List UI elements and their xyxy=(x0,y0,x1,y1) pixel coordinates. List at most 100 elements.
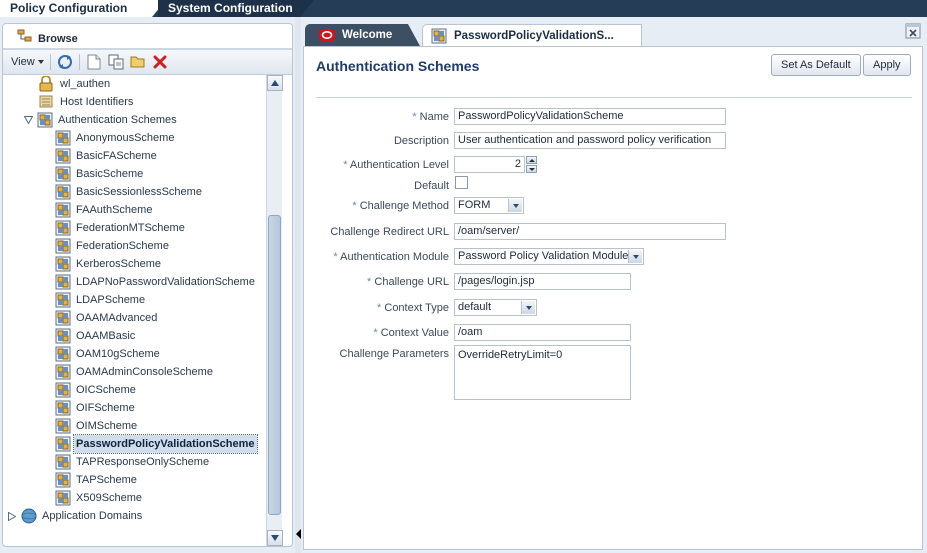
name-field[interactable]: PasswordPolicyValidationScheme xyxy=(454,108,726,125)
context-value-field[interactable]: /oam xyxy=(454,324,631,341)
tree-node-kerberosscheme[interactable]: KerberosScheme xyxy=(55,255,163,273)
tree-node-passwordpolicyvalidationscheme[interactable]: PasswordPolicyValidationScheme xyxy=(55,434,258,454)
auth-module-label: * Authentication Module xyxy=(333,251,449,263)
refresh-icon[interactable] xyxy=(57,54,73,70)
context-type-value: default xyxy=(458,301,492,313)
tab-policy-configuration[interactable]: Policy Configuration xyxy=(0,0,166,17)
scheme-icon xyxy=(55,256,71,272)
tree-node-label: OIMScheme xyxy=(76,420,138,432)
tab-welcome[interactable]: Welcome xyxy=(305,24,420,46)
policy-tree: wl_authen Host Identifiers Authentication … xyxy=(3,75,278,546)
scheme-folder-icon xyxy=(37,112,53,128)
challenge-redirect-url-field[interactable]: /oam/server/ xyxy=(454,223,726,240)
scheme-icon xyxy=(55,310,71,326)
tree-node-label: wl_authen xyxy=(60,78,111,90)
tree-node-tapscheme[interactable]: TAPScheme xyxy=(55,471,139,489)
tree-node-authentication-schemes[interactable]: Authentication Schemes xyxy=(23,111,179,129)
tree-node-oam10gscheme[interactable]: OAM10gScheme xyxy=(55,345,162,363)
tree-node-x509scheme[interactable]: X509Scheme xyxy=(55,489,144,507)
collapse-arrow-icon[interactable] xyxy=(296,529,301,539)
title-divider xyxy=(316,97,912,98)
view-menu-label: View xyxy=(11,56,35,68)
tree-node-wl-authen[interactable]: wl_authen xyxy=(39,75,112,93)
tree-node-basicsessionlessscheme[interactable]: BasicSessionlessScheme xyxy=(55,183,204,201)
tree-node-oicscheme[interactable]: OICScheme xyxy=(55,381,138,399)
tree-node-label: PasswordPolicyValidationScheme xyxy=(73,434,258,454)
tab-password-policy-scheme[interactable]: PasswordPolicyValidationS... xyxy=(422,24,642,46)
tree-node-oaamadvanced[interactable]: OAAMAdvanced xyxy=(55,309,159,327)
tree-node-federationscheme[interactable]: FederationScheme xyxy=(55,237,171,255)
tree-node-oimscheme[interactable]: OIMScheme xyxy=(55,417,139,435)
scheme-icon xyxy=(55,274,71,290)
context-type-label: * Context Type xyxy=(377,302,449,314)
tree-node-label: FAAuthScheme xyxy=(76,204,153,216)
scheme-icon xyxy=(55,238,71,254)
chevron-down-icon xyxy=(521,301,535,314)
scheme-icon xyxy=(55,472,71,488)
tree-node-oamadminconsolescheme[interactable]: OAMAdminConsoleScheme xyxy=(55,363,215,381)
tree-node-host-identifiers[interactable]: Host Identifiers xyxy=(39,93,135,111)
tab-password-policy-label: PasswordPolicyValidationS... xyxy=(454,29,614,42)
scheme-icon xyxy=(55,148,71,164)
new-icon[interactable] xyxy=(86,54,102,70)
scheme-icon xyxy=(55,292,71,308)
auth-level-field[interactable]: 2 xyxy=(454,156,525,173)
context-type-select[interactable]: default xyxy=(454,299,537,316)
tree-node-anonymousscheme[interactable]: AnonymousScheme xyxy=(55,129,176,147)
scheme-icon xyxy=(55,184,71,200)
challenge-method-select[interactable]: FORM xyxy=(454,197,524,214)
tree-node-label: TAPResponseOnlyScheme xyxy=(76,456,210,468)
expanded-triangle-icon[interactable] xyxy=(23,115,33,125)
scroll-up-button[interactable] xyxy=(267,75,283,91)
tree-toolbar: View xyxy=(3,50,292,75)
tree-node-oifscheme[interactable]: OIFScheme xyxy=(55,399,137,417)
tree-node-label: Authentication Schemes xyxy=(58,114,177,126)
tree-node-basicfascheme[interactable]: BasicFAScheme xyxy=(55,147,159,165)
lock-icon xyxy=(39,76,55,92)
collapsed-triangle-icon[interactable] xyxy=(7,511,17,521)
tree-node-ldapnopasswordvalidationscheme[interactable]: LDAPNoPasswordValidationScheme xyxy=(55,273,257,291)
default-checkbox[interactable] xyxy=(455,176,468,189)
tree-node-label: OAAMBasic xyxy=(76,330,136,342)
chevron-down-icon xyxy=(37,60,44,64)
scroll-down-button[interactable] xyxy=(267,530,283,546)
delete-icon[interactable] xyxy=(152,54,168,70)
tree-node-oaambasic[interactable]: OAAMBasic xyxy=(55,327,137,345)
set-as-default-button[interactable]: Set As Default xyxy=(771,54,861,76)
tree-node-tapresponseonlyscheme[interactable]: TAPResponseOnlyScheme xyxy=(55,453,211,471)
apply-button[interactable]: Apply xyxy=(863,54,911,76)
challenge-url-field[interactable]: /pages/login.jsp xyxy=(454,273,631,290)
challenge-method-value: FORM xyxy=(458,199,491,211)
tab-system-configuration[interactable]: System Configuration xyxy=(158,0,314,17)
chevron-down-icon xyxy=(508,199,522,212)
tree-scrollbar[interactable] xyxy=(266,75,283,546)
scheme-icon xyxy=(55,166,71,182)
tree-node-application-domains[interactable]: Application Domains xyxy=(7,507,144,525)
view-menu[interactable]: View xyxy=(11,56,44,68)
panel-splitter[interactable] xyxy=(295,17,301,553)
challenge-parameters-textarea[interactable]: OverrideRetryLimit=0 xyxy=(454,345,631,400)
description-field[interactable]: User authentication and password policy … xyxy=(454,132,726,149)
toolbar-separator xyxy=(78,54,80,70)
close-tabs-icon[interactable] xyxy=(905,23,921,39)
default-label: Default xyxy=(414,180,449,192)
tree-node-label: BasicSessionlessScheme xyxy=(76,186,202,198)
scheme-icon xyxy=(55,328,71,344)
scrollbar-thumb[interactable] xyxy=(268,215,281,515)
auth-module-select[interactable]: Password Policy Validation Module xyxy=(454,248,644,265)
open-folder-icon[interactable] xyxy=(130,54,146,70)
tree-node-basicscheme[interactable]: BasicScheme xyxy=(55,165,145,183)
auth-level-stepper[interactable] xyxy=(526,156,537,173)
page-title: Authentication Schemes xyxy=(316,58,480,74)
scheme-icon xyxy=(55,130,71,146)
duplicate-icon[interactable] xyxy=(108,54,124,70)
challenge-redirect-url-label: Challenge Redirect URL xyxy=(330,226,449,238)
stepper-down-icon[interactable] xyxy=(526,165,537,173)
stepper-up-icon[interactable] xyxy=(526,156,537,164)
browse-tab[interactable]: Browse xyxy=(11,29,86,49)
tree-node-faauthscheme[interactable]: FAAuthScheme xyxy=(55,201,154,219)
tree-node-label: FederationScheme xyxy=(76,240,169,252)
tree-node-ldapscheme[interactable]: LDAPScheme xyxy=(55,291,147,309)
tree-node-federationmtscheme[interactable]: FederationMTScheme xyxy=(55,219,187,237)
scheme-icon xyxy=(55,418,71,434)
